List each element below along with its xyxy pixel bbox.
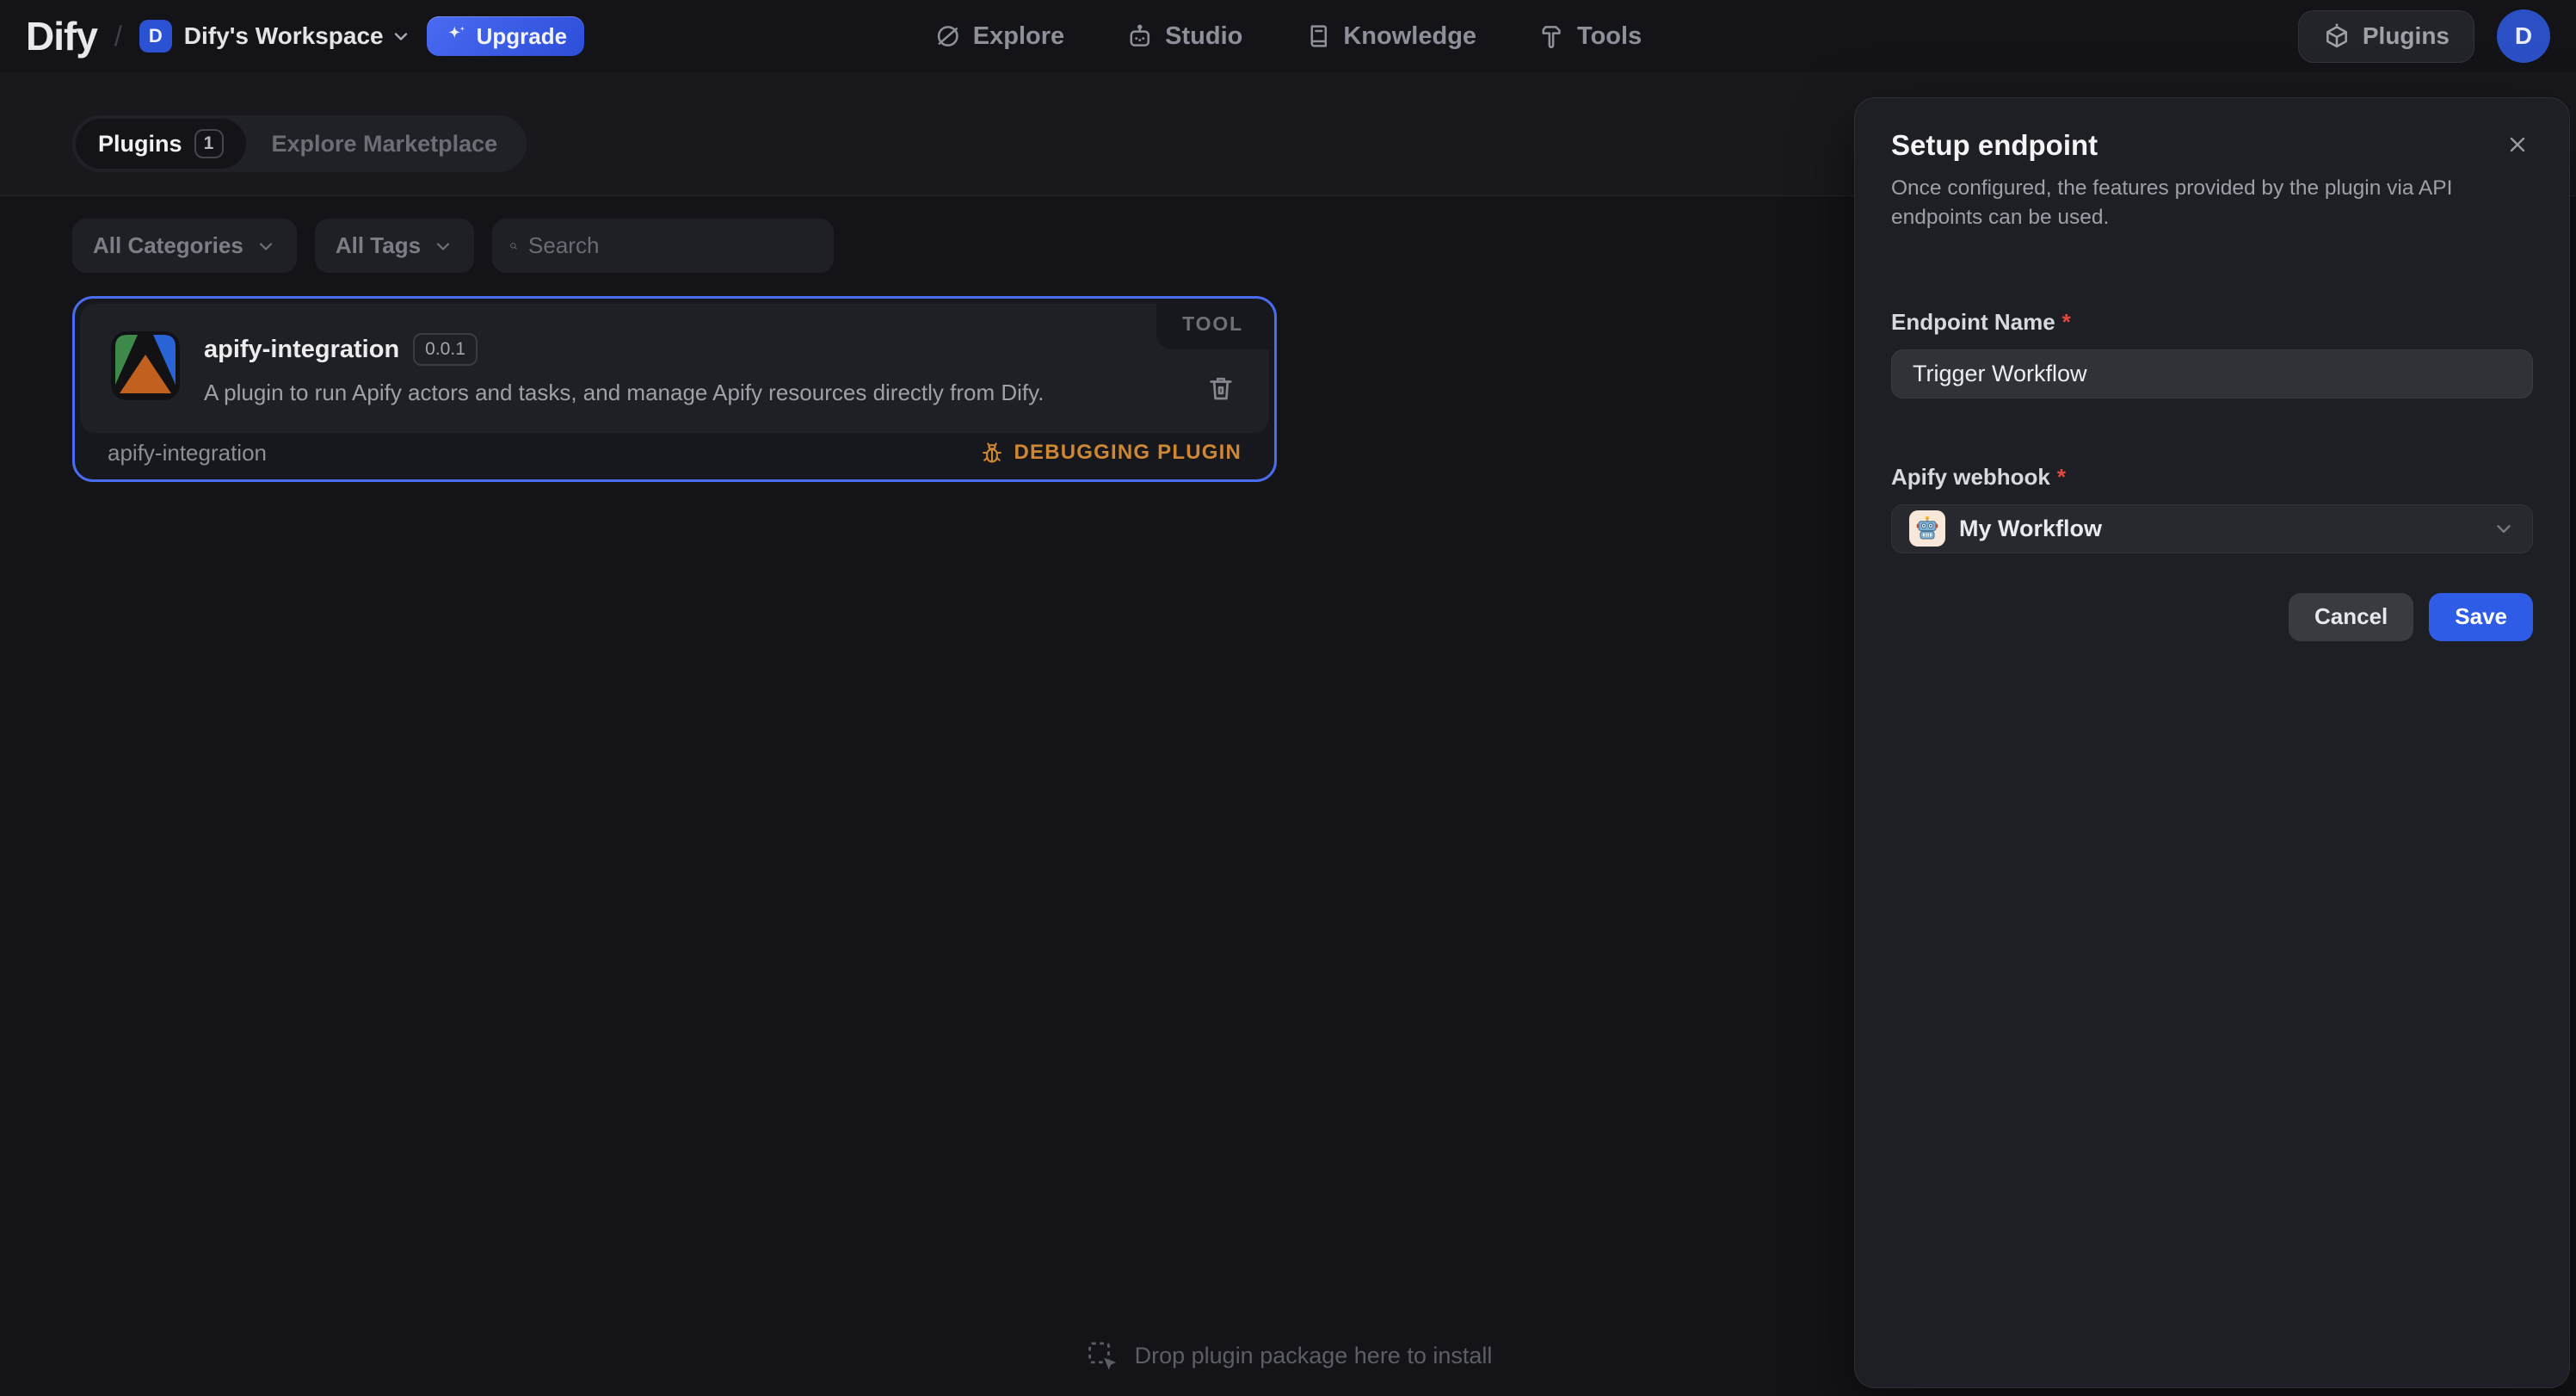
endpoint-name-input[interactable] [1891,349,2533,398]
chevron-down-icon [391,26,411,46]
upgrade-label: Upgrade [477,23,567,50]
chevron-down-icon [433,236,453,256]
panel-description: Once configured, the features provided b… [1891,174,2485,233]
categories-label: All Categories [93,232,243,259]
plugin-card-body: apify-integration 0.0.1 A plugin to run … [80,304,1269,433]
tab-explore-marketplace[interactable]: Explore Marketplace [246,131,524,158]
studio-robot-icon [1126,22,1154,50]
chevron-down-icon [2493,517,2515,540]
delete-plugin-button[interactable] [1205,373,1236,404]
nav-item-tools[interactable]: Tools [1538,22,1642,51]
apify-webhook-field: Apify webhook * [1891,464,2533,553]
workspace-badge: D [139,20,172,53]
selected-workflow-name: My Workflow [1959,516,2102,542]
dify-plugins-screen: Dify / D Dify's Workspace Upgrade Explor… [0,0,2576,1396]
drop-plugin-zone[interactable]: Drop plugin package here to install [1084,1337,1493,1374]
search-icon [509,234,518,258]
search-box [492,219,834,273]
tags-dropdown[interactable]: All Tags [315,219,474,273]
plugin-card-apify-integration[interactable]: apify-integration 0.0.1 A plugin to run … [72,296,1277,482]
plugins-button[interactable]: Plugins [2298,10,2474,63]
dify-logo: Dify [26,13,97,59]
tab-plugins[interactable]: Plugins 1 [76,119,246,169]
nav-label: Tools [1577,22,1642,51]
plugin-card-text: apify-integration 0.0.1 A plugin to run … [204,331,1044,433]
plugin-name: apify-integration [204,336,399,364]
plugins-count-badge: 1 [194,129,224,158]
debugging-plugin-flag: DEBUGGING PLUGIN [980,441,1242,465]
panel-actions: Cancel Save [1891,593,2533,641]
nav-item-knowledge[interactable]: Knowledge [1304,22,1476,51]
save-button[interactable]: Save [2429,593,2533,641]
tags-label: All Tags [336,232,421,259]
sparkle-icon [444,24,468,48]
nav-label: Studio [1165,22,1242,51]
filter-toolbar: All Categories All Tags [72,219,834,273]
required-asterisk: * [2057,464,2066,490]
endpoint-name-field: Endpoint Name * [1891,309,2533,398]
bug-icon [980,441,1004,465]
trash-icon [1205,373,1236,404]
cancel-button[interactable]: Cancel [2289,593,2413,641]
plugin-version-badge: 0.0.1 [413,333,478,366]
apify-webhook-label: Apify webhook [1891,464,2050,490]
tab-plugins-label: Plugins [98,131,182,158]
package-icon [2323,22,2351,50]
close-panel-button[interactable] [2502,129,2533,160]
nav-item-studio[interactable]: Studio [1126,22,1242,51]
tools-hammer-icon [1538,22,1566,50]
plugin-package-name: apify-integration [108,440,267,466]
categories-dropdown[interactable]: All Categories [72,219,297,273]
debugging-plugin-label: DEBUGGING PLUGIN [1014,441,1242,465]
nav-label: Explore [973,22,1064,51]
apify-plugin-icon [111,331,180,400]
workspace-selector[interactable]: D Dify's Workspace [139,20,411,53]
workspace-name: Dify's Workspace [184,22,384,50]
plugins-button-label: Plugins [2363,22,2450,50]
upgrade-button[interactable]: Upgrade [427,16,584,56]
workflow-robot-icon [1909,510,1945,547]
search-input[interactable] [528,232,817,259]
close-icon [2505,133,2530,157]
main-nav: Explore Studio Knowledge Tools [934,0,1642,72]
nav-item-explore[interactable]: Explore [934,22,1064,51]
nav-label: Knowledge [1343,22,1476,51]
chevron-down-icon [256,236,276,256]
setup-endpoint-panel: Setup endpoint Once configured, the feat… [1854,97,2570,1388]
plugin-description: A plugin to run Apify actors and tasks, … [204,380,1044,406]
plugin-card-footer: apify-integration DEBUGGING PLUGIN [75,433,1274,479]
explore-icon [934,22,962,50]
endpoint-name-label: Endpoint Name [1891,309,2055,335]
user-avatar[interactable]: D [2497,9,2550,63]
drop-hint-text: Drop plugin package here to install [1135,1343,1493,1369]
drop-package-icon [1084,1337,1120,1374]
plugin-type-badge: TOOL [1156,304,1269,349]
webhook-select[interactable]: My Workflow [1891,504,2533,553]
breadcrumb-separator: / [114,21,122,53]
top-header: Dify / D Dify's Workspace Upgrade Explor… [0,0,2576,72]
panel-title: Setup endpoint [1891,129,2098,162]
tab-group: Plugins 1 Explore Marketplace [72,115,527,172]
header-right: Plugins D [2298,9,2550,63]
knowledge-book-icon [1304,22,1332,50]
required-asterisk: * [2062,309,2071,335]
